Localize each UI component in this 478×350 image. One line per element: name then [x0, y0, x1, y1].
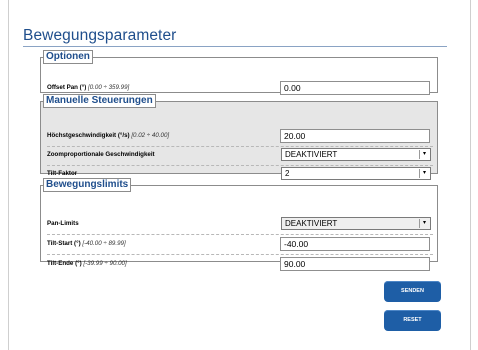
dropdown-arrow-icon[interactable]: ▾ [419, 169, 429, 178]
zoomproportionale-select[interactable]: DEAKTIVIERT ▾ [281, 148, 431, 161]
tilt-faktor-label: Tilt-Faktor [47, 170, 78, 177]
section-optionen: Optionen Offset Pan (°) [0.00 ÷ 359.99] … [40, 50, 438, 95]
tilt-ende-hint: [-39.99 ÷ 90.00] [83, 260, 127, 267]
offset-pan-hint: [0.00 ÷ 359.99] [88, 84, 130, 91]
pan-limits-value: DEAKTIVIERT [285, 219, 338, 228]
row-separator [47, 234, 433, 235]
tilt-start-label: Tilt-Start (°) [-40.00 ÷ 89.99] [47, 240, 126, 247]
section-bewegungslimits: Bewegungslimits Pan-Limits DEAKTIVIERT ▾… [40, 178, 438, 271]
page-title: Bewegungsparameter [23, 27, 177, 44]
offset-pan-label: Offset Pan (°) [0.00 ÷ 359.99] [47, 84, 130, 91]
zoomproportionale-value: DEAKTIVIERT [285, 150, 338, 159]
row-zoomproportionale: Zoomproportionale Geschwindigkeit DEAKTI… [47, 147, 433, 164]
pan-limits-label: Pan-Limits [47, 220, 79, 227]
dropdown-arrow-icon[interactable]: ▾ [419, 150, 429, 159]
row-separator [47, 254, 433, 255]
section-bewegungslimits-legend: Bewegungslimits [43, 178, 132, 192]
pan-limits-select[interactable]: DEAKTIVIERT ▾ [281, 217, 431, 230]
section-optionen-legend: Optionen [43, 50, 93, 64]
tilt-ende-input[interactable]: 90.00 [280, 257, 430, 271]
frame-border-right [470, 0, 471, 350]
tilt-start-hint: [-40.00 ÷ 89.99] [82, 240, 126, 247]
dropdown-arrow-icon[interactable]: ▾ [419, 219, 429, 228]
row-tilt-start: Tilt-Start (°) [-40.00 ÷ 89.99] -40.00 [47, 236, 433, 253]
zoomproportionale-label: Zoomproportionale Geschwindigkeit [47, 151, 155, 158]
tilt-start-input[interactable]: -40.00 [280, 237, 430, 251]
section-manuelle-legend: Manuelle Steuerungen [43, 94, 156, 108]
hoechstgeschwindigkeit-label: Höchstgeschwindigkeit (°/s) [0.02 ÷ 40.0… [47, 132, 170, 139]
hoechstgeschwindigkeit-input[interactable]: 20.00 [280, 129, 430, 143]
hoechstgeschwindigkeit-hint: [0.02 ÷ 40.00] [131, 132, 170, 139]
tilt-ende-label: Tilt-Ende (°) [-39.99 ÷ 90.00] [47, 260, 127, 267]
offset-pan-input[interactable]: 0.00 [280, 81, 430, 95]
row-hoechstgeschwindigkeit: Höchstgeschwindigkeit (°/s) [0.02 ÷ 40.0… [47, 128, 433, 145]
senden-button[interactable]: SENDEN [384, 281, 441, 302]
section-manuelle-steuerungen: Manuelle Steuerungen Höchstgeschwindigke… [40, 94, 438, 180]
title-divider [23, 46, 447, 47]
row-pan-limits: Pan-Limits DEAKTIVIERT ▾ [47, 216, 433, 233]
frame-border-left [8, 0, 9, 350]
row-tilt-ende: Tilt-Ende (°) [-39.99 ÷ 90.00] 90.00 [47, 256, 433, 273]
tilt-faktor-value: 2 [285, 169, 290, 178]
reset-button[interactable]: RESET [384, 310, 441, 331]
